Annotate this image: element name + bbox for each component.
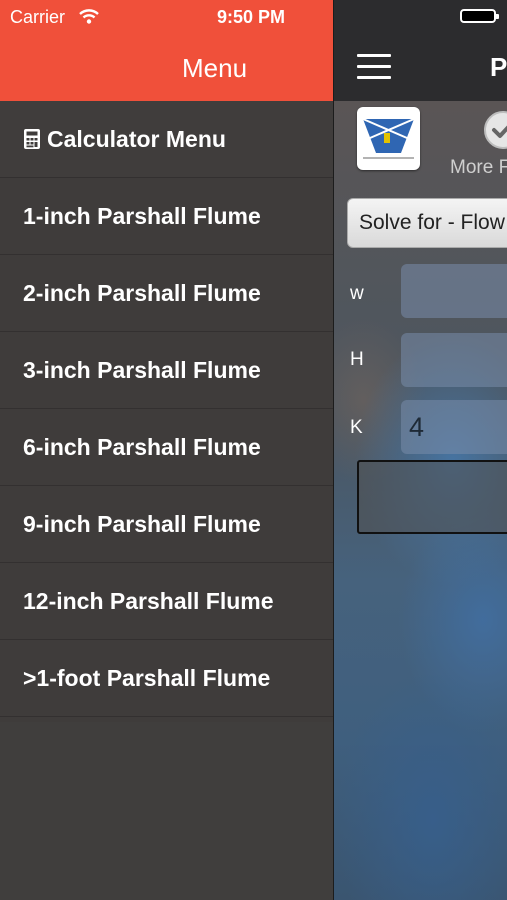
- more-checkmark-icon[interactable]: [484, 111, 507, 149]
- menu-list: Calculator Menu 1-inch Parshall Flume 2-…: [0, 101, 333, 717]
- status-carrier: Carrier: [10, 7, 66, 27]
- menu-item-6-inch[interactable]: 6-inch Parshall Flume: [0, 409, 333, 486]
- menu-item-label: Calculator Menu: [47, 125, 226, 152]
- flume-thumbnail-image[interactable]: [357, 107, 420, 170]
- flume-diagram-icon: [362, 118, 415, 159]
- menu-title: Menu: [182, 53, 248, 83]
- menu-item-label: 3-inch Parshall Flume: [23, 356, 261, 383]
- hamburger-menu-button[interactable]: [357, 54, 391, 80]
- menu-item-1-inch[interactable]: 1-inch Parshall Flume: [0, 178, 333, 255]
- more-label[interactable]: More F: [450, 157, 507, 179]
- status-time: 9:50 PM: [217, 7, 286, 27]
- main-view: P More F Solve for - Flow w H K 4: [333, 0, 507, 900]
- main-navbar: P: [333, 0, 507, 101]
- menu-item-12-inch[interactable]: 12-inch Parshall Flume: [0, 563, 333, 640]
- main-title: P: [490, 52, 507, 82]
- field-label-k: K: [350, 417, 363, 438]
- menu-header: Carrier 9:50 PM Menu: [0, 0, 333, 101]
- battery-icon: [460, 9, 499, 23]
- menu-empty-area: [0, 722, 333, 900]
- menu-item-label: 9-inch Parshall Flume: [23, 510, 261, 537]
- field-label-h: H: [350, 349, 364, 370]
- menu-item-2-inch[interactable]: 2-inch Parshall Flume: [0, 255, 333, 332]
- result-output-box: [357, 460, 507, 534]
- side-menu: Carrier 9:50 PM Menu Calculator Menu 1-i…: [0, 0, 333, 900]
- menu-item-label: >1-foot Parshall Flume: [23, 664, 271, 691]
- menu-item-over-1-foot[interactable]: >1-foot Parshall Flume: [0, 640, 333, 717]
- menu-divider: [333, 0, 334, 900]
- h-input[interactable]: [401, 333, 507, 387]
- k-input[interactable]: 4: [401, 400, 507, 454]
- field-label-w: w: [350, 283, 364, 304]
- wifi-icon: [79, 9, 99, 24]
- w-input[interactable]: [401, 264, 507, 318]
- app-root: P More F Solve for - Flow w H K 4 Carrie…: [0, 0, 507, 900]
- menu-item-9-inch[interactable]: 9-inch Parshall Flume: [0, 486, 333, 563]
- solve-for-flow-button[interactable]: Solve for - Flow: [347, 198, 507, 248]
- menu-item-label: 2-inch Parshall Flume: [23, 279, 261, 306]
- menu-item-3-inch[interactable]: 3-inch Parshall Flume: [0, 332, 333, 409]
- calculator-icon: [24, 129, 40, 149]
- menu-item-label: 6-inch Parshall Flume: [23, 433, 261, 460]
- menu-item-label: 12-inch Parshall Flume: [23, 587, 274, 614]
- menu-item-calculator-menu[interactable]: Calculator Menu: [0, 101, 333, 178]
- menu-item-label: 1-inch Parshall Flume: [23, 202, 261, 229]
